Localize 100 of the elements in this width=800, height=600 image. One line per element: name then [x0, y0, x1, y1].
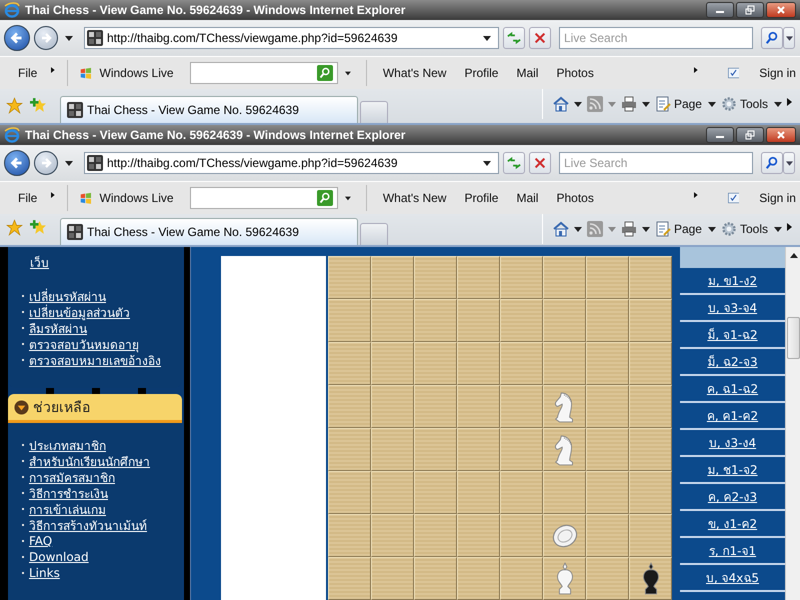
gear-icon[interactable] [720, 221, 737, 237]
move-link[interactable]: ม็, จ1-ฉ2 [707, 325, 758, 344]
move-link[interactable]: บ, จ4xฉ5 [706, 568, 759, 587]
toolbar-link[interactable]: Photos [552, 64, 598, 82]
sign-in-link[interactable]: Sign in [755, 189, 800, 207]
search-options-button[interactable] [783, 27, 795, 49]
caret-icon[interactable] [774, 226, 782, 232]
caret-icon[interactable] [483, 36, 491, 40]
caret-icon[interactable] [574, 102, 582, 106]
star-icon[interactable] [6, 219, 23, 236]
checkbox-icon[interactable] [728, 66, 740, 80]
move-link[interactable]: ร, ก1-จ1 [708, 541, 756, 560]
scrollbar-thumb[interactable] [787, 317, 800, 359]
add-favorite-icon[interactable] [30, 97, 47, 114]
toolbar-link[interactable]: Profile [460, 64, 502, 82]
chevron-icon[interactable] [51, 191, 56, 199]
search-options-button[interactable] [783, 152, 795, 174]
caret-icon[interactable] [574, 226, 582, 232]
file-menu[interactable]: File [14, 189, 42, 207]
caret-icon[interactable] [65, 160, 73, 166]
chevron-icon[interactable] [694, 66, 698, 74]
forward-button[interactable] [34, 26, 58, 50]
browser-tab[interactable]: Thai Chess - View Game No. 59624639 [60, 96, 358, 123]
move-link[interactable]: ค, ค2-ง3 [708, 487, 758, 506]
toolbar-link[interactable]: What's New [378, 189, 450, 207]
windows-live-button[interactable]: Windows Live [96, 189, 178, 207]
command-menu[interactable]: Tools [738, 220, 769, 238]
live-search-field[interactable] [190, 62, 338, 84]
home-icon[interactable] [552, 96, 569, 112]
feed-icon[interactable] [586, 96, 603, 112]
scrollbar-track[interactable] [785, 247, 800, 600]
new-tab-button[interactable] [360, 101, 388, 123]
minimize-button[interactable] [706, 2, 734, 18]
browser-tab[interactable]: Thai Chess - View Game No. 59624639 [60, 218, 358, 245]
windows-live-button[interactable]: Windows Live [96, 64, 178, 82]
back-button[interactable] [4, 150, 30, 176]
sign-in-link[interactable]: Sign in [755, 64, 800, 82]
move-link[interactable]: ข, ง1-ค2 [708, 514, 758, 533]
chevron-icon[interactable] [694, 191, 698, 199]
search-button[interactable] [317, 190, 334, 206]
caret-icon[interactable] [483, 160, 491, 166]
sidebar-link[interactable]: วิธีการสร้างทัวนาเม้นท์ [29, 516, 147, 534]
file-menu[interactable]: File [14, 64, 42, 82]
star-icon[interactable] [6, 97, 23, 114]
gear-icon[interactable] [720, 96, 737, 112]
toolbar-link[interactable]: Photos [552, 189, 598, 207]
close-button[interactable] [766, 2, 796, 18]
close-button[interactable] [766, 127, 796, 143]
caret-icon[interactable] [708, 102, 716, 106]
move-link[interactable]: บ, ง3-ง4 [708, 433, 756, 452]
search-button[interactable] [317, 65, 334, 81]
caret-icon[interactable] [774, 102, 782, 106]
move-link[interactable]: ม, ช1-จ2 [707, 460, 758, 479]
search-button[interactable] [761, 27, 783, 49]
caret-icon[interactable] [642, 102, 650, 106]
disc-piece-icon[interactable] [550, 524, 578, 548]
sidebar-link[interactable]: สำหรับนักเรียนนักศึกษา [29, 452, 150, 470]
stop-button[interactable] [529, 152, 551, 174]
caret-icon[interactable] [345, 196, 352, 200]
sidebar-link[interactable]: ประเภทสมาชิก [29, 436, 106, 454]
back-button[interactable] [4, 25, 30, 51]
toolbar-link[interactable]: Mail [512, 64, 542, 82]
sidebar-link[interactable]: เปลี่ยนข้อมูลส่วนตัว [29, 302, 130, 322]
new-tab-button[interactable] [360, 223, 388, 245]
page-icon[interactable] [654, 221, 671, 237]
move-link[interactable]: ม็, ฉ2-จ3 [707, 352, 758, 371]
chevron-icon[interactable] [51, 66, 56, 74]
command-menu[interactable]: Page [672, 95, 703, 113]
sidebar-link[interactable]: FAQ [29, 534, 52, 548]
move-link[interactable]: ค, ค1-ค2 [706, 406, 758, 425]
sidebar-link[interactable]: วิธีการชำระเงิน [29, 484, 108, 502]
refresh-button[interactable] [503, 152, 525, 174]
caret-icon[interactable] [345, 70, 352, 76]
caret-icon[interactable] [642, 226, 650, 232]
caret-icon[interactable] [65, 36, 73, 40]
board-square[interactable] [629, 557, 672, 600]
move-link[interactable]: ค, ฉ1-ฉ2 [706, 379, 758, 398]
sidebar-link[interactable]: เว็บ [22, 253, 182, 272]
chevron-icon[interactable] [787, 98, 792, 106]
collapse-icon[interactable] [14, 400, 29, 414]
search-field[interactable]: Live Search [559, 152, 753, 174]
move-link[interactable]: ม, ข1-ง2 [708, 271, 758, 290]
chevron-icon[interactable] [787, 223, 792, 231]
move-link[interactable]: บ, จ3-จ4 [708, 298, 758, 317]
restore-button[interactable] [736, 2, 764, 18]
print-icon[interactable] [620, 96, 637, 112]
live-search-field[interactable] [190, 187, 338, 209]
command-menu[interactable]: Page [672, 220, 703, 238]
restore-button[interactable] [736, 127, 764, 143]
command-menu[interactable]: Tools [738, 95, 769, 113]
sidebar-link[interactable]: การเข้าเล่นเกม [29, 500, 106, 518]
address-field[interactable]: http://thaibg.com/TChess/viewgame.php?id=59624639 [84, 27, 499, 49]
sidebar-link[interactable]: Links [29, 566, 60, 580]
home-icon[interactable] [552, 221, 569, 237]
refresh-button[interactable] [503, 27, 525, 49]
sidebar-link[interactable]: ตรวจสอบวันหมดอายุ [29, 334, 139, 354]
sidebar-link[interactable]: การสมัครสมาชิก [29, 468, 115, 486]
minimize-button[interactable] [706, 127, 734, 143]
toolbar-link[interactable]: What's New [378, 64, 450, 82]
feed-icon[interactable] [586, 221, 603, 237]
